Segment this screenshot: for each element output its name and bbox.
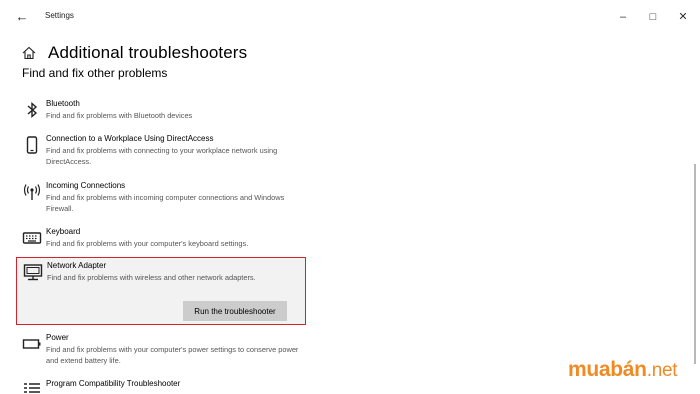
network-adapter-icon [23, 264, 43, 281]
page-title: Additional troubleshooters [48, 43, 248, 62]
troubleshooter-incoming-connections[interactable]: Incoming Connections Find and fix proble… [16, 178, 306, 220]
troubleshooter-desc: Find and fix problems with wireless and … [47, 273, 256, 282]
troubleshooter-name: Incoming Connections [46, 181, 126, 190]
maximize-icon[interactable]: □ [645, 9, 661, 25]
troubleshooter-network-adapter[interactable]: Network Adapter Find and fix problems wi… [16, 257, 306, 325]
home-icon[interactable] [22, 46, 36, 60]
troubleshooter-name: Power [46, 333, 69, 342]
troubleshooter-name: Program Compatibility Troubleshooter [46, 379, 181, 388]
app-title: Settings [45, 11, 74, 20]
troubleshooter-desc: Find and fix problems with your computer… [46, 239, 249, 248]
troubleshooter-power[interactable]: Power Find and fix problems with your co… [16, 330, 306, 372]
watermark-main-text: muabán [568, 358, 647, 381]
page-header: Additional troubleshooters [22, 42, 247, 64]
troubleshooter-bluetooth[interactable]: Bluetooth Find and fix problems with Blu… [16, 96, 306, 126]
back-arrow-icon[interactable]: ← [12, 8, 32, 26]
battery-icon [22, 339, 41, 349]
title-bar: ← Settings – □ ✕ [0, 0, 700, 34]
troubleshooter-desc: Find and fix problems with incoming comp… [46, 193, 285, 213]
run-troubleshooter-button[interactable]: Run the troubleshooter [183, 301, 287, 321]
troubleshooter-desc: Find and fix problems with Bluetooth dev… [46, 111, 193, 120]
antenna-icon [23, 184, 41, 200]
minimize-icon[interactable]: – [615, 9, 631, 25]
troubleshooter-name: Bluetooth [46, 99, 80, 108]
troubleshooter-name: Keyboard [46, 227, 81, 236]
troubleshooter-name: Connection to a Workplace Using DirectAc… [46, 134, 214, 143]
troubleshooter-keyboard[interactable]: Keyboard Find and fix problems with your… [16, 224, 306, 254]
bluetooth-icon [27, 101, 38, 119]
watermark-logo: muabán.net [568, 358, 678, 382]
keyboard-icon [22, 232, 42, 244]
troubleshooter-desc: Find and fix problems with your computer… [46, 345, 299, 365]
troubleshooter-desc: Find and fix problems with connecting to… [46, 146, 278, 166]
section-title: Find and fix other problems [22, 66, 168, 80]
scrollbar[interactable] [690, 34, 700, 394]
troubleshooter-name: Network Adapter [47, 261, 107, 270]
scrollbar-thumb[interactable] [694, 164, 696, 364]
close-icon[interactable]: ✕ [675, 9, 691, 25]
list-icon [24, 383, 40, 393]
troubleshooter-program-compatibility[interactable]: Program Compatibility Troubleshooter [16, 376, 306, 394]
troubleshooter-directaccess[interactable]: Connection to a Workplace Using DirectAc… [16, 131, 306, 173]
phone-icon [26, 136, 38, 154]
watermark-suffix-text: .net [646, 360, 678, 381]
